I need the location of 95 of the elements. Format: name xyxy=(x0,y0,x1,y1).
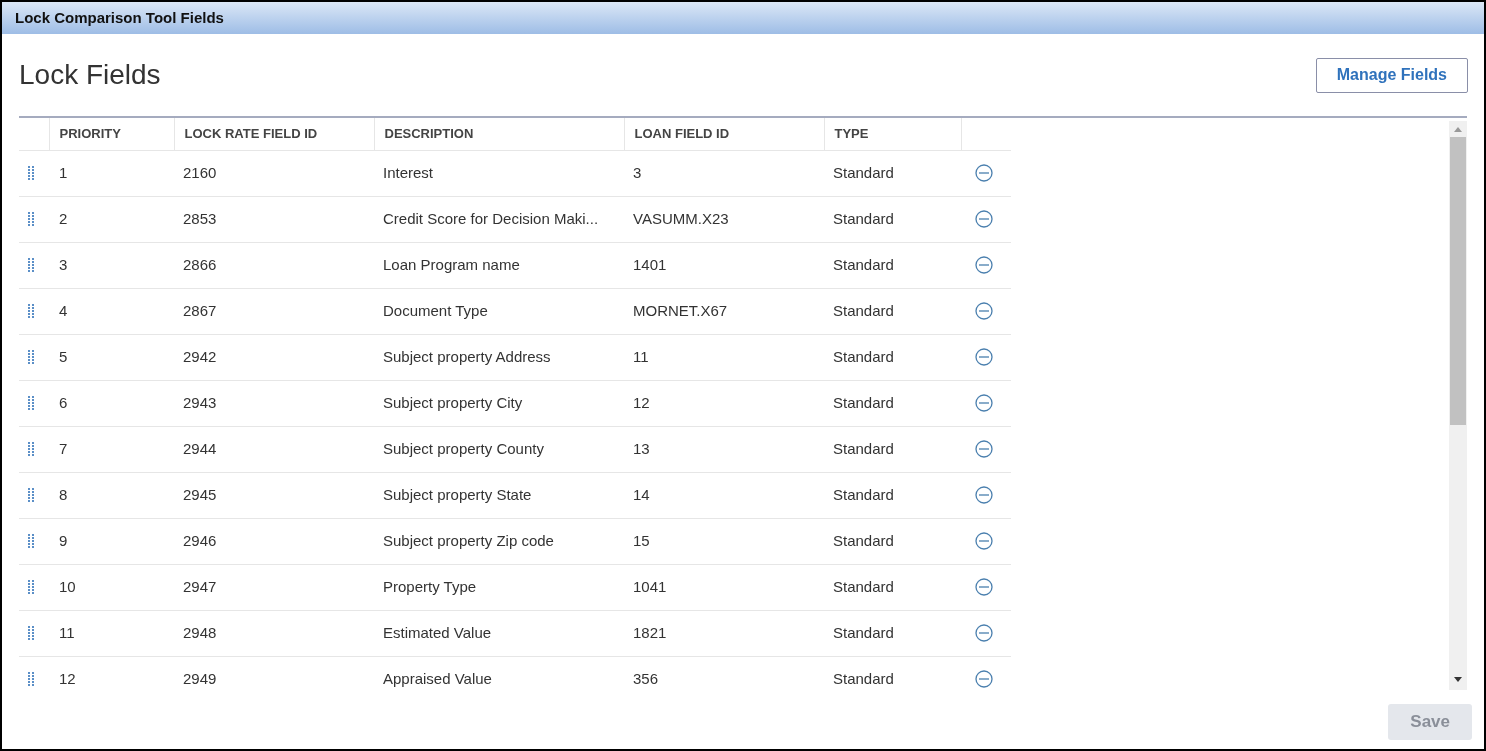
scroll-down-icon[interactable] xyxy=(1454,677,1462,682)
table-cell: 2160 xyxy=(174,150,374,196)
table-cell: 11 xyxy=(624,334,824,380)
drag-handle-icon[interactable] xyxy=(28,488,35,502)
drag-handle-icon[interactable] xyxy=(28,442,35,456)
table-cell: Standard xyxy=(824,380,961,426)
drag-handle-icon[interactable] xyxy=(28,626,35,640)
table-cell: MORNET.X67 xyxy=(624,288,824,334)
table-cell: Standard xyxy=(824,518,961,564)
remove-icon[interactable] xyxy=(975,394,993,412)
remove-icon[interactable] xyxy=(975,348,993,366)
table-cell: Standard xyxy=(824,656,961,690)
table-cell: Standard xyxy=(824,472,961,518)
table-cell: 1041 xyxy=(624,564,824,610)
table-cell: Subject property County xyxy=(374,426,624,472)
remove-icon[interactable] xyxy=(975,210,993,228)
remove-icon[interactable] xyxy=(975,486,993,504)
table-cell: Standard xyxy=(824,242,961,288)
table-cell: Estimated Value xyxy=(374,610,624,656)
table-cell: Subject property State xyxy=(374,472,624,518)
table-cell: Standard xyxy=(824,610,961,656)
table-cell: 10 xyxy=(49,564,174,610)
table-cell: Subject property Zip code xyxy=(374,518,624,564)
table-cell: 12 xyxy=(49,656,174,690)
table-cell: Standard xyxy=(824,426,961,472)
table-cell: 3 xyxy=(624,150,824,196)
manage-fields-button[interactable]: Manage Fields xyxy=(1315,57,1468,93)
table-cell: 12 xyxy=(624,380,824,426)
drag-handle-icon[interactable] xyxy=(28,304,35,318)
drag-handle-icon[interactable] xyxy=(28,258,35,272)
table-cell: Standard xyxy=(824,564,961,610)
table-cell: 2 xyxy=(49,196,174,242)
table-cell: 14 xyxy=(624,472,824,518)
table-cell: 1 xyxy=(49,150,174,196)
drag-handle-icon[interactable] xyxy=(28,396,35,410)
remove-icon[interactable] xyxy=(975,440,993,458)
table-cell: 5 xyxy=(49,334,174,380)
column-header[interactable]: LOCK RATE FIELD ID xyxy=(174,118,374,150)
table-cell: Document Type xyxy=(374,288,624,334)
table-cell: VASUMM.X23 xyxy=(624,196,824,242)
table-cell: 2944 xyxy=(174,426,374,472)
remove-icon[interactable] xyxy=(975,302,993,320)
column-header[interactable]: TYPE xyxy=(824,118,961,150)
drag-handle-icon[interactable] xyxy=(28,580,35,594)
drag-handle-icon[interactable] xyxy=(28,212,35,226)
table-cell: Loan Program name xyxy=(374,242,624,288)
table-cell: 2943 xyxy=(174,380,374,426)
table-cell: 1821 xyxy=(624,610,824,656)
remove-icon[interactable] xyxy=(975,670,993,688)
table-cell: Standard xyxy=(824,334,961,380)
drag-handle-icon[interactable] xyxy=(28,166,35,180)
table-cell: 2948 xyxy=(174,610,374,656)
table-cell: 15 xyxy=(624,518,824,564)
column-header[interactable]: PRIORITY xyxy=(49,118,174,150)
table-cell: Standard xyxy=(824,196,961,242)
table-cell: Property Type xyxy=(374,564,624,610)
table-cell: 3 xyxy=(49,242,174,288)
table-cell: Credit Score for Decision Maki... xyxy=(374,196,624,242)
table-cell: 9 xyxy=(49,518,174,564)
drag-handle-icon[interactable] xyxy=(28,672,35,686)
remove-icon[interactable] xyxy=(975,624,993,642)
table-cell: 2853 xyxy=(174,196,374,242)
table-cell: 2949 xyxy=(174,656,374,690)
table-cell: Subject property Address xyxy=(374,334,624,380)
scrollbar[interactable] xyxy=(1449,121,1467,690)
table-cell: 2866 xyxy=(174,242,374,288)
table-cell: 2945 xyxy=(174,472,374,518)
page-heading: Lock Fields xyxy=(19,58,161,92)
table-cell: 8 xyxy=(49,472,174,518)
column-header[interactable]: DESCRIPTION xyxy=(374,118,624,150)
table-cell: Standard xyxy=(824,150,961,196)
remove-icon[interactable] xyxy=(975,578,993,596)
table-cell: Appraised Value xyxy=(374,656,624,690)
table-cell: Subject property City xyxy=(374,380,624,426)
drag-handle-icon[interactable] xyxy=(28,534,35,548)
remove-icon[interactable] xyxy=(975,532,993,550)
table-cell: 2867 xyxy=(174,288,374,334)
table-cell: 11 xyxy=(49,610,174,656)
remove-icon[interactable] xyxy=(975,256,993,274)
table-cell: 2942 xyxy=(174,334,374,380)
table-cell: 4 xyxy=(49,288,174,334)
drag-handle-icon[interactable] xyxy=(28,350,35,364)
window-title: Lock Comparison Tool Fields xyxy=(15,7,224,28)
table-cell: Standard xyxy=(824,288,961,334)
column-header[interactable]: LOAN FIELD ID xyxy=(624,118,824,150)
table-cell: 13 xyxy=(624,426,824,472)
table-cell: 1401 xyxy=(624,242,824,288)
table-cell: 2946 xyxy=(174,518,374,564)
table-cell: 6 xyxy=(49,380,174,426)
table-cell: 7 xyxy=(49,426,174,472)
table-cell: Interest xyxy=(374,150,624,196)
table-cell: 2947 xyxy=(174,564,374,610)
scroll-up-icon[interactable] xyxy=(1454,127,1462,132)
table-cell: 356 xyxy=(624,656,824,690)
remove-icon[interactable] xyxy=(975,164,993,182)
